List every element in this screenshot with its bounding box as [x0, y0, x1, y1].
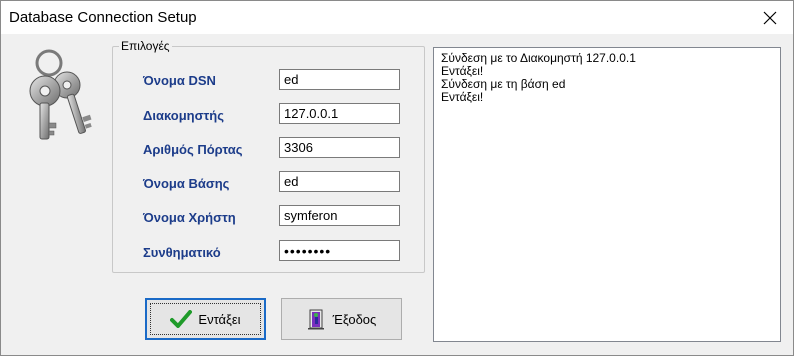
exit-door-icon: [307, 309, 324, 330]
window-title: Database Connection Setup: [9, 9, 197, 26]
dsn-label: Όνομα DSN: [143, 73, 216, 88]
dialog-body: Επιλογές Όνομα DSN Διακομηστής Αριθμός Π…: [1, 34, 793, 355]
ok-button[interactable]: Εντάξει: [145, 298, 266, 340]
exit-button[interactable]: Έξοδος: [281, 298, 402, 340]
log-line: Σύνδεση με το Διακομηστή 127.0.0.1: [441, 51, 636, 65]
server-label: Διακομηστής: [143, 108, 224, 123]
log-line: Σύνδεση με τη βάση ed: [441, 77, 566, 91]
log-line: Εντάξει!: [441, 90, 484, 104]
connection-log[interactable]: Σύνδεση με το Διακομηστή 127.0.0.1 Εντάξ…: [433, 47, 781, 342]
username-input[interactable]: [279, 205, 400, 226]
dsn-input[interactable]: [279, 69, 400, 90]
close-button[interactable]: [747, 1, 793, 34]
close-icon: [763, 11, 777, 24]
dialog-window: Database Connection Setup Επιλογές Όνομα…: [0, 0, 794, 356]
database-input[interactable]: [279, 171, 400, 192]
password-input[interactable]: [279, 240, 400, 261]
server-input[interactable]: [279, 103, 400, 124]
port-label: Αριθμός Πόρτας: [143, 142, 243, 157]
title-bar[interactable]: Database Connection Setup: [1, 1, 793, 34]
options-groupbox: Επιλογές Όνομα DSN Διακομηστής Αριθμός Π…: [112, 39, 425, 273]
groupbox-legend: Επιλογές: [119, 39, 172, 53]
database-label: Όνομα Βάσης: [143, 176, 230, 191]
username-label: Όνομα Χρήστη: [143, 210, 236, 225]
exit-button-label: Έξοδος: [332, 311, 377, 327]
port-input[interactable]: [279, 137, 400, 158]
keys-icon: [29, 49, 92, 140]
password-label: Συνθηματικό: [143, 245, 221, 260]
